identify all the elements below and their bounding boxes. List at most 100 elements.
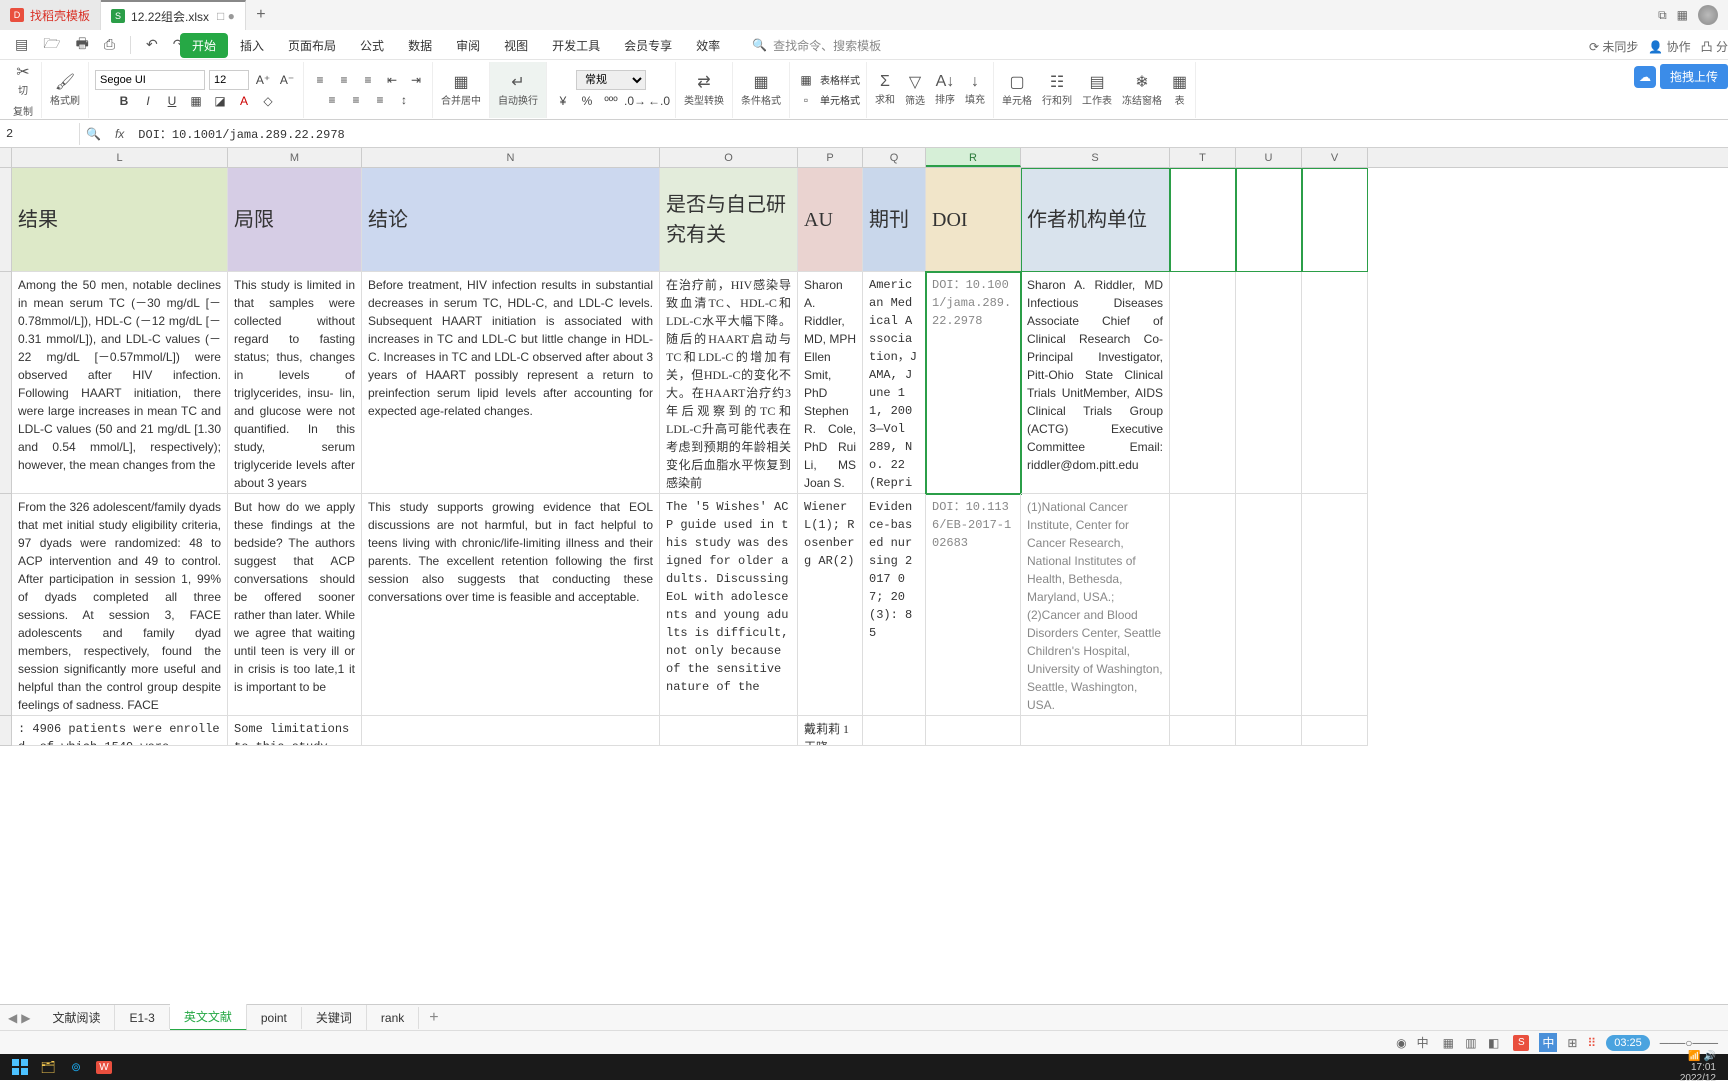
hdr-results[interactable]: 结果 (12, 168, 228, 272)
colhead-O[interactable]: O (660, 148, 798, 167)
hdr-relevance[interactable]: 是否与自己研究有关 (660, 168, 798, 272)
cell-O3[interactable]: The '5 Wishes' ACP guide used in this st… (660, 494, 798, 716)
hdr-limitations[interactable]: 局限 (228, 168, 362, 272)
formula-input[interactable]: DOI：10.1001/jama.289.22.2978 (132, 125, 344, 142)
cell-S3[interactable]: (1)National Cancer Institute, Center for… (1021, 494, 1170, 716)
sum-button[interactable]: Σ求和 (873, 71, 897, 108)
cell-U2[interactable] (1236, 272, 1302, 494)
ribbon-tab-formulas[interactable]: 公式 (348, 33, 396, 58)
cell-V4[interactable] (1302, 716, 1368, 746)
name-box[interactable]: 2 (0, 123, 80, 145)
size-select[interactable] (209, 70, 249, 90)
zoom-out-fx-icon[interactable]: 🔍 (80, 127, 107, 141)
align-bottom-icon[interactable]: ≡ (358, 71, 378, 89)
cell-Q4[interactable] (863, 716, 926, 746)
ribbon-tab-review[interactable]: 审阅 (444, 33, 492, 58)
font-color-icon[interactable]: A (234, 92, 254, 110)
sheet-tab-1[interactable]: 文献阅读 (38, 1005, 115, 1030)
undo-icon[interactable]: ↶ (146, 36, 158, 53)
freeze-button[interactable]: ❄冻结窗格 (1120, 70, 1164, 109)
cond-format-button[interactable]: ▦条件格式 (739, 70, 783, 109)
colhead-L[interactable]: L (12, 148, 228, 167)
cell-P3[interactable]: Wiener L(1); Rosenberg AR(2) (798, 494, 863, 716)
cell-M4[interactable]: Some limitations to this study (228, 716, 362, 746)
menu-icon[interactable]: ▤ (15, 36, 28, 53)
sheet-tab-4[interactable]: point (247, 1007, 302, 1029)
cell-N2[interactable]: Before treatment, HIV infection results … (362, 272, 660, 494)
indent-increase-icon[interactable]: ⇥ (406, 71, 426, 89)
number-format-select[interactable]: 常规 (576, 70, 646, 90)
colhead-N[interactable]: N (362, 148, 660, 167)
cell-T2[interactable] (1170, 272, 1236, 494)
ribbon-search-area[interactable]: 🔍 查找命令、搜索模板 (752, 37, 881, 54)
tab-scroll-left-icon[interactable]: ◀ (8, 1011, 17, 1025)
cell-T3[interactable] (1170, 494, 1236, 716)
cell-R4[interactable] (926, 716, 1021, 746)
view-pagelayout-icon[interactable]: ▥ (1461, 1034, 1480, 1052)
coop-button[interactable]: 👤 协作 (1648, 38, 1690, 55)
spreadsheet-grid[interactable]: L M N O P Q R S T U V 结果 局限 结论 是否与自己研究有关… (0, 148, 1728, 746)
merge-center-button[interactable]: ▦合并居中 (439, 70, 483, 109)
align-center-icon[interactable]: ≡ (346, 91, 366, 109)
colhead-R[interactable]: R (926, 148, 1021, 167)
start-button[interactable] (6, 1056, 34, 1078)
sync-status[interactable]: ⟳ 未同步 (1589, 38, 1638, 55)
fx-icon[interactable]: fx (107, 127, 132, 141)
apps-icon[interactable]: ⠿ (1587, 1036, 1596, 1050)
grid-view-icon[interactable]: ⊞ (1567, 1036, 1577, 1050)
hdr-journal[interactable]: 期刊 (863, 168, 926, 272)
align-left-icon[interactable]: ≡ (322, 91, 342, 109)
cell-R2-selected[interactable]: DOI：10.1001/jama.289.22.2978 (926, 272, 1021, 494)
cell-R3[interactable]: DOI：10.1136/EB-2017-102683 (926, 494, 1021, 716)
hdr-U[interactable] (1236, 168, 1302, 272)
hdr-conclusion[interactable]: 结论 (362, 168, 660, 272)
comma-icon[interactable]: ººº (601, 92, 621, 110)
edge-icon[interactable]: ⊚ (62, 1056, 90, 1078)
decrease-font-icon[interactable]: A⁻ (277, 71, 297, 89)
cell-T4[interactable] (1170, 716, 1236, 746)
ribbon-tab-vip[interactable]: 会员专享 (612, 33, 684, 58)
fill-button[interactable]: ↓填充 (963, 71, 987, 108)
cell-M2[interactable]: This study is limited in that samples we… (228, 272, 362, 494)
hdr-au[interactable]: AU (798, 168, 863, 272)
view-custom-icon[interactable]: ◧ (1484, 1034, 1503, 1052)
hdr-institution[interactable]: 作者机构单位 (1021, 168, 1170, 272)
ribbon-tab-efficiency[interactable]: 效率 (684, 33, 732, 58)
italic-icon[interactable]: I (138, 92, 158, 110)
filter-button[interactable]: ▽筛选 (903, 70, 927, 109)
cell-Q2[interactable]: American Medical Association，JAMA, June … (863, 272, 926, 494)
colhead-T[interactable]: T (1170, 148, 1236, 167)
cloud-icon[interactable]: ☁ (1634, 66, 1656, 88)
cell-L2[interactable]: Among the 50 men, notable declines in me… (12, 272, 228, 494)
open-icon[interactable]: 🗁 (43, 33, 60, 57)
cell-N3[interactable]: This study supports growing evidence tha… (362, 494, 660, 716)
cell-S2[interactable]: Sharon A. Riddler, MD Infectious Disease… (1021, 272, 1170, 494)
border-icon[interactable]: ▦ (186, 92, 206, 110)
cell-P2[interactable]: Sharon A. Riddler, MD, MPH Ellen Smit, P… (798, 272, 863, 494)
indent-decrease-icon[interactable]: ⇤ (382, 71, 402, 89)
zoom-slider[interactable]: ───○─── (1660, 1036, 1718, 1050)
cell-format-icon[interactable]: ▫ (796, 91, 816, 109)
system-tray[interactable]: 📶 🔊 17:01 2022/12 (1680, 1051, 1722, 1084)
cell-P4[interactable]: 戴莉莉 1 王晓 (798, 716, 863, 746)
cell-N4[interactable] (362, 716, 660, 746)
user-avatar[interactable] (1698, 5, 1718, 25)
rowcol-button[interactable]: ☷行和列 (1040, 70, 1074, 109)
add-sheet-button[interactable]: + (419, 1009, 448, 1027)
colhead-V[interactable]: V (1302, 148, 1368, 167)
cell-L4[interactable]: : 4906 patients were enrolled, of which … (12, 716, 228, 746)
zhong-icon[interactable]: 中 (1417, 1034, 1429, 1051)
copy-button[interactable]: 复制 (11, 101, 35, 120)
sort-button[interactable]: A↓排序 (933, 71, 957, 108)
tab-scroll-right-icon[interactable]: ▶ (21, 1011, 30, 1025)
currency-icon[interactable]: ¥ (553, 92, 573, 110)
cell-O2[interactable]: 在治疗前，HIV感染导致血清TC、HDL-C和LDL-C水平大幅下降。随后的HA… (660, 272, 798, 494)
format-painter-button[interactable]: 🖌格式刷 (48, 70, 82, 109)
hdr-V[interactable] (1302, 168, 1368, 272)
ribbon-tab-devtools[interactable]: 开发工具 (540, 33, 612, 58)
dec-inc-icon[interactable]: .0→ (625, 92, 645, 110)
align-middle-icon[interactable]: ≡ (334, 71, 354, 89)
zhong2-icon[interactable]: 中 (1539, 1033, 1557, 1052)
ribbon-tab-data[interactable]: 数据 (396, 33, 444, 58)
cell-L3[interactable]: From the 326 adolescent/family dyads tha… (12, 494, 228, 716)
